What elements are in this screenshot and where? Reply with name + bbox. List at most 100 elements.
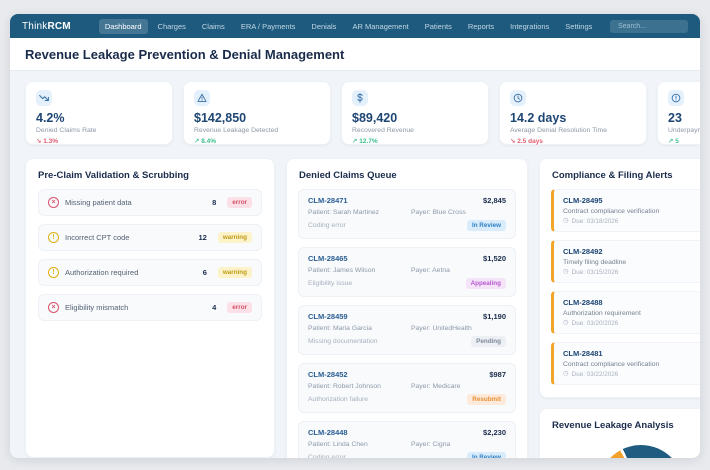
alert-due-date: ◷ Due: 03/15/2026: [563, 268, 619, 276]
claim-amount: $2,845: [483, 196, 506, 205]
claim-amount: $2,230: [483, 428, 506, 437]
alert-claim-id: CLM-28495: [563, 196, 603, 205]
validation-item-incorrect-cpt-code[interactable]: ! Incorrect CPT code 12 warning: [38, 224, 262, 251]
claim-payer: Payer: Cigna: [410, 441, 451, 448]
kpi-row: 4.2% Denied Claims Rate ↘ 1.3% $142,850 …: [25, 81, 700, 145]
status-badge: Pending: [471, 336, 506, 347]
donut-chart: [598, 445, 684, 458]
claim-row[interactable]: CLM-28465 $1,520 Patient: James Wilson Pay…: [298, 247, 516, 297]
severity-badge: error: [227, 197, 252, 208]
kpi-trend: ↗ 12.7%: [352, 138, 378, 145]
claim-reason: Missing documentation: [308, 338, 378, 345]
top-navbar: ThinkRCM Dashboard Charges Claims ERA / …: [10, 14, 700, 38]
compliance-alert[interactable]: CLM-28495 Contract compliance verificati…: [551, 189, 700, 232]
compliance-alert[interactable]: CLM-28481 Contract compliance verificati…: [551, 342, 700, 385]
alert-claim-id: CLM-28481: [563, 349, 603, 358]
warning-triangle-icon: [194, 90, 210, 106]
brand-logo[interactable]: ThinkRCM: [22, 21, 71, 32]
trend-up-arrow-icon: ↗: [194, 138, 200, 145]
kpi-value: 4.2%: [36, 111, 65, 125]
claim-patient: Patient: Robert Johnson: [308, 383, 381, 390]
compliance-alert[interactable]: CLM-28492 Timely filing deadline ◷ Due: 0…: [551, 240, 700, 283]
claim-reason: Eligibility issue: [308, 280, 353, 287]
kpi-card-underpayment-alerts: 23 Underpayment Alerts ↗ 5: [657, 81, 700, 145]
status-badge: Resubmit: [467, 394, 506, 405]
status-badge: In Review: [466, 220, 506, 231]
kpi-card-recovered-revenue: $89,420 Recovered Revenue ↗ 12.7%: [341, 81, 489, 145]
kpi-value: 14.2 days: [510, 111, 567, 125]
validation-item-missing-patient-data[interactable]: × Missing patient data 8 error: [38, 189, 262, 216]
severity-badge: warning: [217, 232, 252, 243]
claim-payer: Payer: Blue Cross: [410, 209, 466, 216]
validation-item-authorization-required[interactable]: ! Authorization required 6 warning: [38, 259, 262, 286]
claim-reason: Coding error: [308, 222, 346, 229]
compliance-alert[interactable]: CLM-28488 Authorization requirement ◷ Due…: [551, 291, 700, 334]
claim-row[interactable]: CLM-28459 $1,190 Patient: Maria Garcia Pay…: [298, 305, 516, 355]
clock-small-icon: ◷: [563, 268, 569, 276]
nav-item-settings[interactable]: Settings: [559, 19, 598, 34]
pre-claim-validation-panel: Pre-Claim Validation & Scrubbing × Missi…: [25, 158, 275, 458]
alert-description: Contract compliance verification: [563, 361, 660, 368]
validation-item-eligibility-mismatch[interactable]: × Eligibility mismatch 4 error: [38, 294, 262, 321]
claim-payer: Payer: Medicare: [410, 383, 461, 390]
kpi-card-denied-claims-rate: 4.2% Denied Claims Rate ↘ 1.3%: [25, 81, 173, 145]
page-header: Revenue Leakage Prevention & Denial Mana…: [10, 38, 700, 71]
alert-claim-id: CLM-28492: [563, 247, 603, 256]
status-badge: In Review: [466, 452, 506, 458]
clock-icon: [510, 90, 526, 106]
trend-up-arrow-icon: ↗: [352, 138, 358, 145]
dashboard-window: ThinkRCM Dashboard Charges Claims ERA / …: [10, 14, 700, 458]
panel-title: Pre-Claim Validation & Scrubbing: [38, 170, 189, 181]
page-title: Revenue Leakage Prevention & Denial Mana…: [25, 47, 345, 62]
alert-circle-icon: [668, 90, 684, 106]
severity-badge: error: [227, 302, 252, 313]
nav-item-claims[interactable]: Claims: [196, 19, 231, 34]
claim-id: CLM-28465: [308, 254, 348, 263]
denied-claims-queue-panel: Denied Claims Queue CLM-28471 $2,845 Pati…: [286, 158, 528, 458]
nav-item-charges[interactable]: Charges: [152, 19, 192, 34]
warning-circle-icon: !: [48, 232, 59, 243]
claim-amount: $987: [489, 370, 506, 379]
trend-down-arrow-icon: ↘: [36, 138, 42, 145]
left-column: Pre-Claim Validation & Scrubbing × Missi…: [25, 158, 275, 458]
severity-badge: warning: [217, 267, 252, 278]
status-badge: Appealing: [465, 278, 506, 289]
alert-due-date: ◷ Due: 03/22/2026: [563, 370, 619, 378]
kpi-value: $142,850: [194, 111, 247, 125]
claim-patient: Patient: Maria Garcia: [308, 325, 372, 332]
kpi-trend: ↘ 2.5 days: [510, 138, 543, 145]
search-input[interactable]: [610, 19, 688, 33]
right-column: Compliance & Filing Alerts CLM-28495 Con…: [539, 158, 700, 458]
claim-payer: Payer: UnitedHealth: [410, 325, 472, 332]
claim-row[interactable]: CLM-28448 $2,230 Patient: Linda Chen Payer…: [298, 421, 516, 458]
claim-reason: Authorization failure: [308, 396, 369, 403]
kpi-trend: ↗ 8.4%: [194, 138, 217, 145]
kpi-label: Underpayment Alerts: [668, 127, 700, 134]
nav-item-dashboard[interactable]: Dashboard: [98, 18, 148, 34]
claim-row[interactable]: CLM-28471 $2,845 Patient: Sarah Martinez P…: [298, 189, 516, 239]
dollar-icon: [352, 90, 368, 106]
kpi-label: Average Denial Resolution Time: [510, 127, 607, 134]
nav-item-reports[interactable]: Reports: [462, 19, 500, 34]
nav-item-ar-management[interactable]: AR Management: [346, 19, 414, 34]
trend-up-arrow-icon: ↗: [668, 138, 674, 145]
compliance-alerts-panel: Compliance & Filing Alerts CLM-28495 Con…: [539, 158, 700, 398]
claim-amount: $1,190: [483, 312, 506, 321]
item-count: 12: [198, 233, 207, 242]
claim-patient: Patient: Linda Chen: [308, 441, 368, 448]
item-count: 6: [202, 268, 207, 277]
nav-item-era-payments[interactable]: ERA / Payments: [235, 19, 302, 34]
claim-row[interactable]: CLM-28452 $987 Patient: Robert Johnson Pay…: [298, 363, 516, 413]
item-count: 4: [212, 303, 217, 312]
x-circle-icon: ×: [48, 302, 59, 313]
clock-small-icon: ◷: [563, 217, 569, 225]
nav-item-patients[interactable]: Patients: [419, 19, 458, 34]
claim-id: CLM-28448: [308, 428, 348, 437]
kpi-trend: ↗ 5: [668, 138, 679, 145]
kpi-label: Revenue Leakage Detected: [194, 127, 279, 134]
nav-item-integrations[interactable]: Integrations: [504, 19, 555, 34]
trend-down-arrow-icon: ↘: [510, 138, 516, 145]
kpi-card-revenue-leakage: $142,850 Revenue Leakage Detected ↗ 8.4%: [183, 81, 331, 145]
claim-id: CLM-28471: [308, 196, 348, 205]
nav-item-denials[interactable]: Denials: [305, 19, 342, 34]
